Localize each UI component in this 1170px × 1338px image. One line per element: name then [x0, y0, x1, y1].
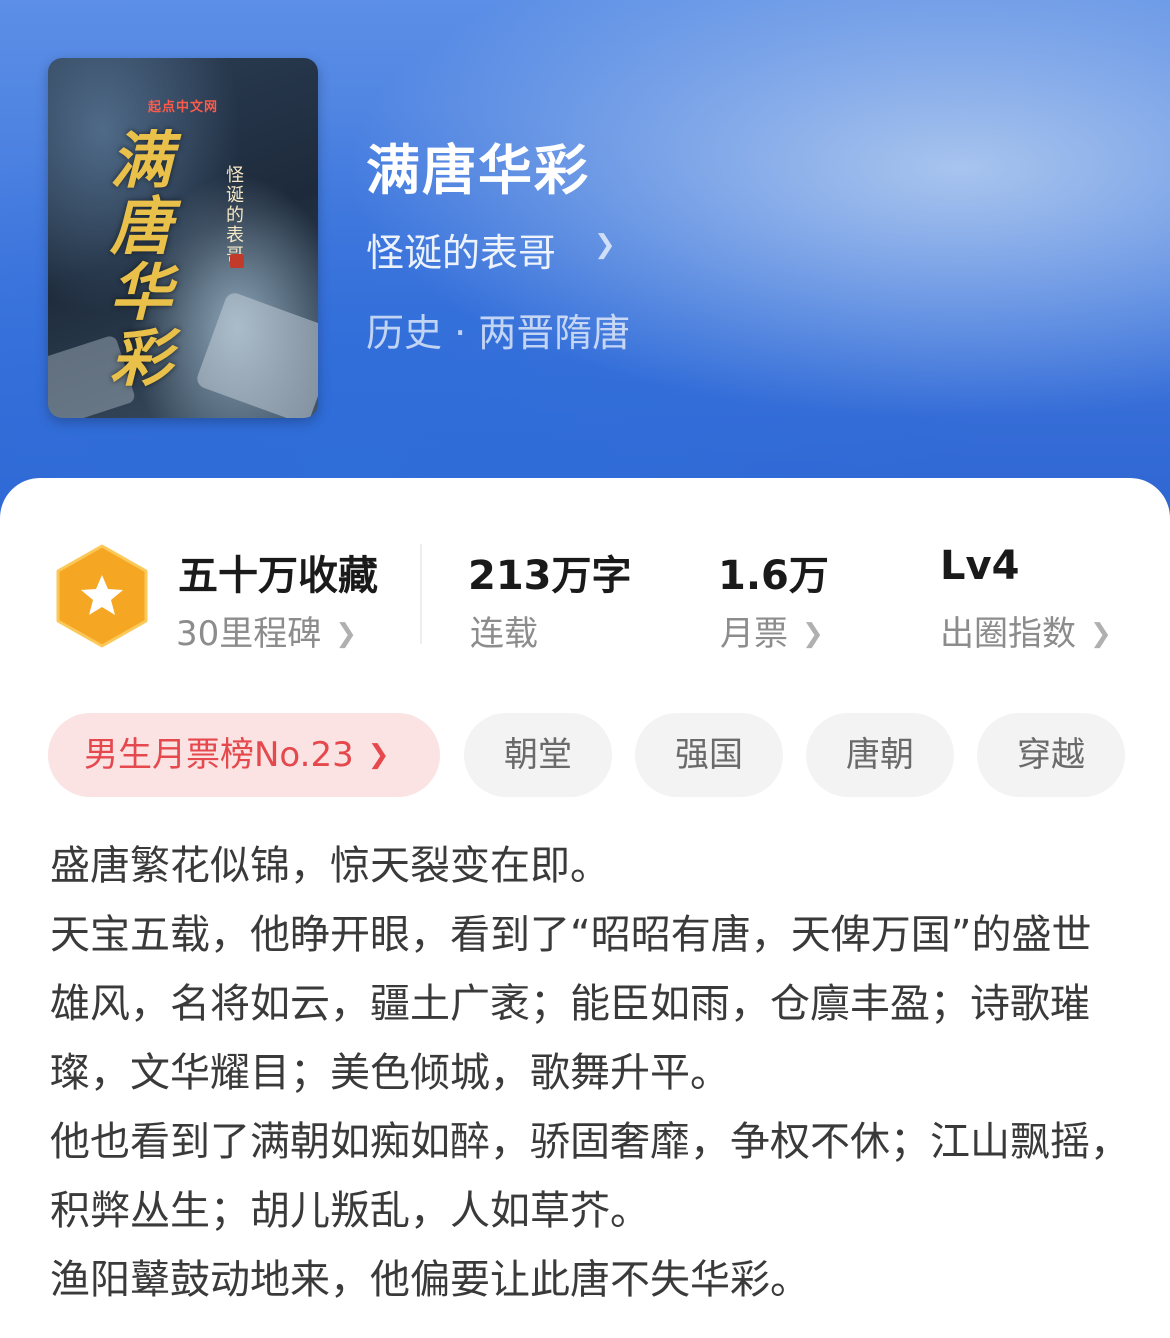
rank-label: 男生月票榜No.23 — [84, 735, 354, 775]
influence-link[interactable]: 出圈指数 ❯ — [940, 606, 1112, 655]
chevron-right-icon: ❯ — [802, 619, 824, 649]
milestone-label: 30里程碑 — [176, 614, 322, 654]
tag-chip[interactable]: 朝堂 — [464, 713, 612, 797]
description-line: 渔阳鼙鼓动地来，他偏要让此唐不失华彩。 — [50, 1257, 810, 1303]
chevron-right-icon: ❯ — [335, 619, 358, 649]
cover-publisher: 起点中文网 — [148, 100, 219, 115]
cover-seal — [230, 254, 244, 268]
serial-status: 连载 — [470, 614, 538, 654]
description-line: 他也看到了满朝如痴如醉，骄固奢靡，争权不休；江山飘摇，积弊丛生；胡儿叛乱，人如草… — [50, 1119, 1130, 1234]
monthly-votes-link[interactable]: 月票 ❯ — [720, 606, 824, 655]
star-hexagon-icon — [56, 544, 148, 648]
description-line: 天宝五载，他睁开眼，看到了“昭昭有唐，天俾万国”的盛世雄风，名将如云，疆土广袤；… — [50, 912, 1092, 1096]
cover-title-calligraphy: 满唐华彩 — [110, 124, 173, 395]
word-count: 213万字 — [468, 553, 632, 599]
chevron-right-icon: ❯ — [1090, 619, 1112, 649]
author-name: 怪诞的表哥 — [366, 231, 557, 275]
description-line: 盛唐繁花似锦，惊天裂变在即。 — [50, 843, 610, 889]
milestone-link[interactable]: 30里程碑 ❯ — [176, 606, 357, 655]
chevron-right-icon: ❯ — [594, 230, 616, 260]
book-category: 历史 · 两晋隋唐 — [366, 311, 631, 355]
chevron-right-icon: ❯ — [367, 740, 390, 770]
cover-author: 怪诞的表哥 — [226, 165, 244, 266]
book-cover[interactable]: 起点中文网 满唐华彩 怪诞的表哥 — [48, 58, 318, 418]
influence-level: Lv4 — [940, 543, 1020, 589]
book-title: 满唐华彩 — [366, 139, 590, 202]
monthly-votes-label: 月票 — [720, 614, 788, 654]
rank-tag[interactable]: 男生月票榜No.23 ❯ — [48, 713, 440, 797]
influence-label: 出圈指数 — [940, 614, 1076, 654]
tag-chip[interactable]: 穿越 — [977, 713, 1125, 797]
stat-divider — [420, 544, 422, 644]
tag-chip[interactable]: 强国 — [635, 713, 783, 797]
tag-chip[interactable]: 唐朝 — [806, 713, 954, 797]
collections-count: 五十万收藏 — [178, 553, 378, 599]
book-description[interactable]: 盛唐繁花似锦，惊天裂变在即。 天宝五载，他睁开眼，看到了“昭昭有唐，天俾万国”的… — [50, 832, 1130, 1315]
monthly-votes-count: 1.6万 — [718, 553, 829, 599]
author-link[interactable]: 怪诞的表哥 ❯ — [366, 222, 616, 277]
